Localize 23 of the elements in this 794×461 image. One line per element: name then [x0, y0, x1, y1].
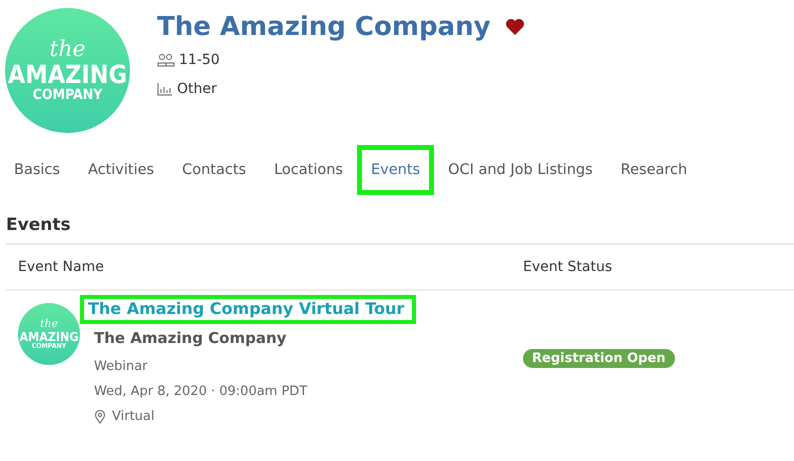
heart-icon[interactable] — [504, 18, 525, 36]
tab[interactable]: Locations — [260, 145, 357, 195]
event-type: Webinar — [94, 358, 149, 376]
column-header: Event Name — [18, 259, 105, 275]
people-icon — [157, 53, 175, 67]
tab[interactable]: OCI and Job Listings — [434, 145, 607, 195]
tab[interactable]: Contacts — [168, 145, 260, 195]
column-header: Event Status — [523, 259, 614, 275]
company-size: 11-50 — [179, 52, 220, 68]
location-pin-icon — [94, 410, 106, 424]
event-location: Virtual — [112, 408, 154, 426]
chart-icon — [157, 82, 173, 96]
company-industry: Other — [177, 81, 217, 97]
company-name: The Amazing Company — [157, 12, 491, 42]
tab[interactable]: Basics — [0, 145, 74, 195]
tab[interactable]: Research — [606, 145, 702, 195]
status-badge: Registration Open — [523, 349, 675, 368]
tab[interactable]: Activities — [74, 145, 168, 195]
section-title: Events — [6, 205, 794, 245]
event-organizer: The Amazing Company — [94, 328, 288, 349]
tab[interactable]: Events — [356, 145, 434, 195]
company-logo: the AMAZING COMPANY — [5, 8, 130, 133]
event-datetime: Wed, Apr 8, 2020 · 09:00am PDT — [94, 383, 308, 401]
